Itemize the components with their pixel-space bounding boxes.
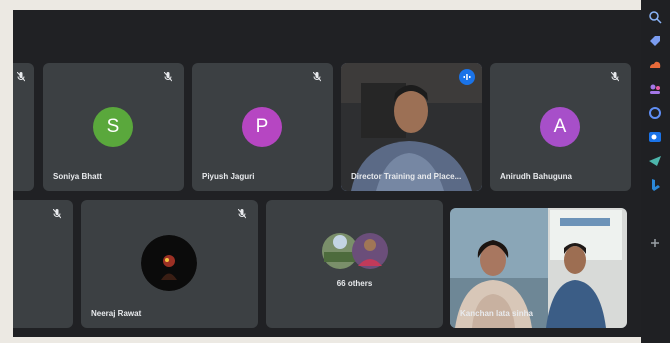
participant-name: Kanchan lata sinha — [460, 309, 533, 318]
avatar: P — [242, 107, 282, 147]
add-icon[interactable] — [648, 236, 662, 250]
avatar: A — [540, 107, 580, 147]
participant-name: Director Training and Place... — [351, 172, 462, 181]
outlook-icon[interactable] — [648, 130, 662, 144]
participant-name: Anirudh Bahuguna — [500, 172, 572, 181]
bing-icon[interactable] — [648, 178, 662, 192]
participant-name: Piyush Jaguri — [202, 172, 255, 181]
mic-off-icon — [53, 209, 61, 219]
mic-off-icon — [164, 72, 172, 82]
tag-icon[interactable] — [648, 34, 662, 48]
meeting-stage: S Soniya Bhatt P Piyush Jaguri Director … — [13, 10, 641, 337]
participant-name: Soniya Bhatt — [53, 172, 102, 181]
mic-off-icon — [313, 72, 321, 82]
copilot-icon[interactable] — [648, 106, 662, 120]
avatar: S — [93, 107, 133, 147]
search-icon[interactable] — [648, 10, 662, 24]
cloud-icon[interactable] — [648, 58, 662, 72]
mic-off-icon — [611, 72, 619, 82]
participant-tile-partial-left[interactable] — [13, 63, 34, 191]
participant-tile-piyush[interactable]: P Piyush Jaguri — [192, 63, 333, 191]
others-tile[interactable]: 66 others — [266, 200, 443, 328]
avatar — [141, 235, 197, 291]
browser-sidebar — [641, 0, 670, 343]
mic-off-icon — [238, 209, 246, 219]
others-count: 66 others — [336, 279, 373, 288]
participant-tile-kanchan[interactable]: Kanchan lata sinha — [450, 208, 627, 328]
people-icon[interactable] — [648, 82, 662, 96]
participant-name: Neeraj Rawat — [91, 309, 142, 318]
participant-tile-partial-left-2[interactable] — [13, 200, 73, 328]
participant-tile-anirudh[interactable]: A Anirudh Bahuguna — [490, 63, 631, 191]
participant-tile-neeraj[interactable]: Neeraj Rawat — [81, 200, 258, 328]
participant-tile-soniya[interactable]: S Soniya Bhatt — [43, 63, 184, 191]
mic-off-icon — [17, 72, 25, 82]
speaking-indicator-icon — [459, 69, 475, 85]
send-icon[interactable] — [648, 154, 662, 168]
participant-tile-director[interactable]: Director Training and Place... — [341, 63, 482, 191]
others-avatars — [322, 233, 388, 269]
